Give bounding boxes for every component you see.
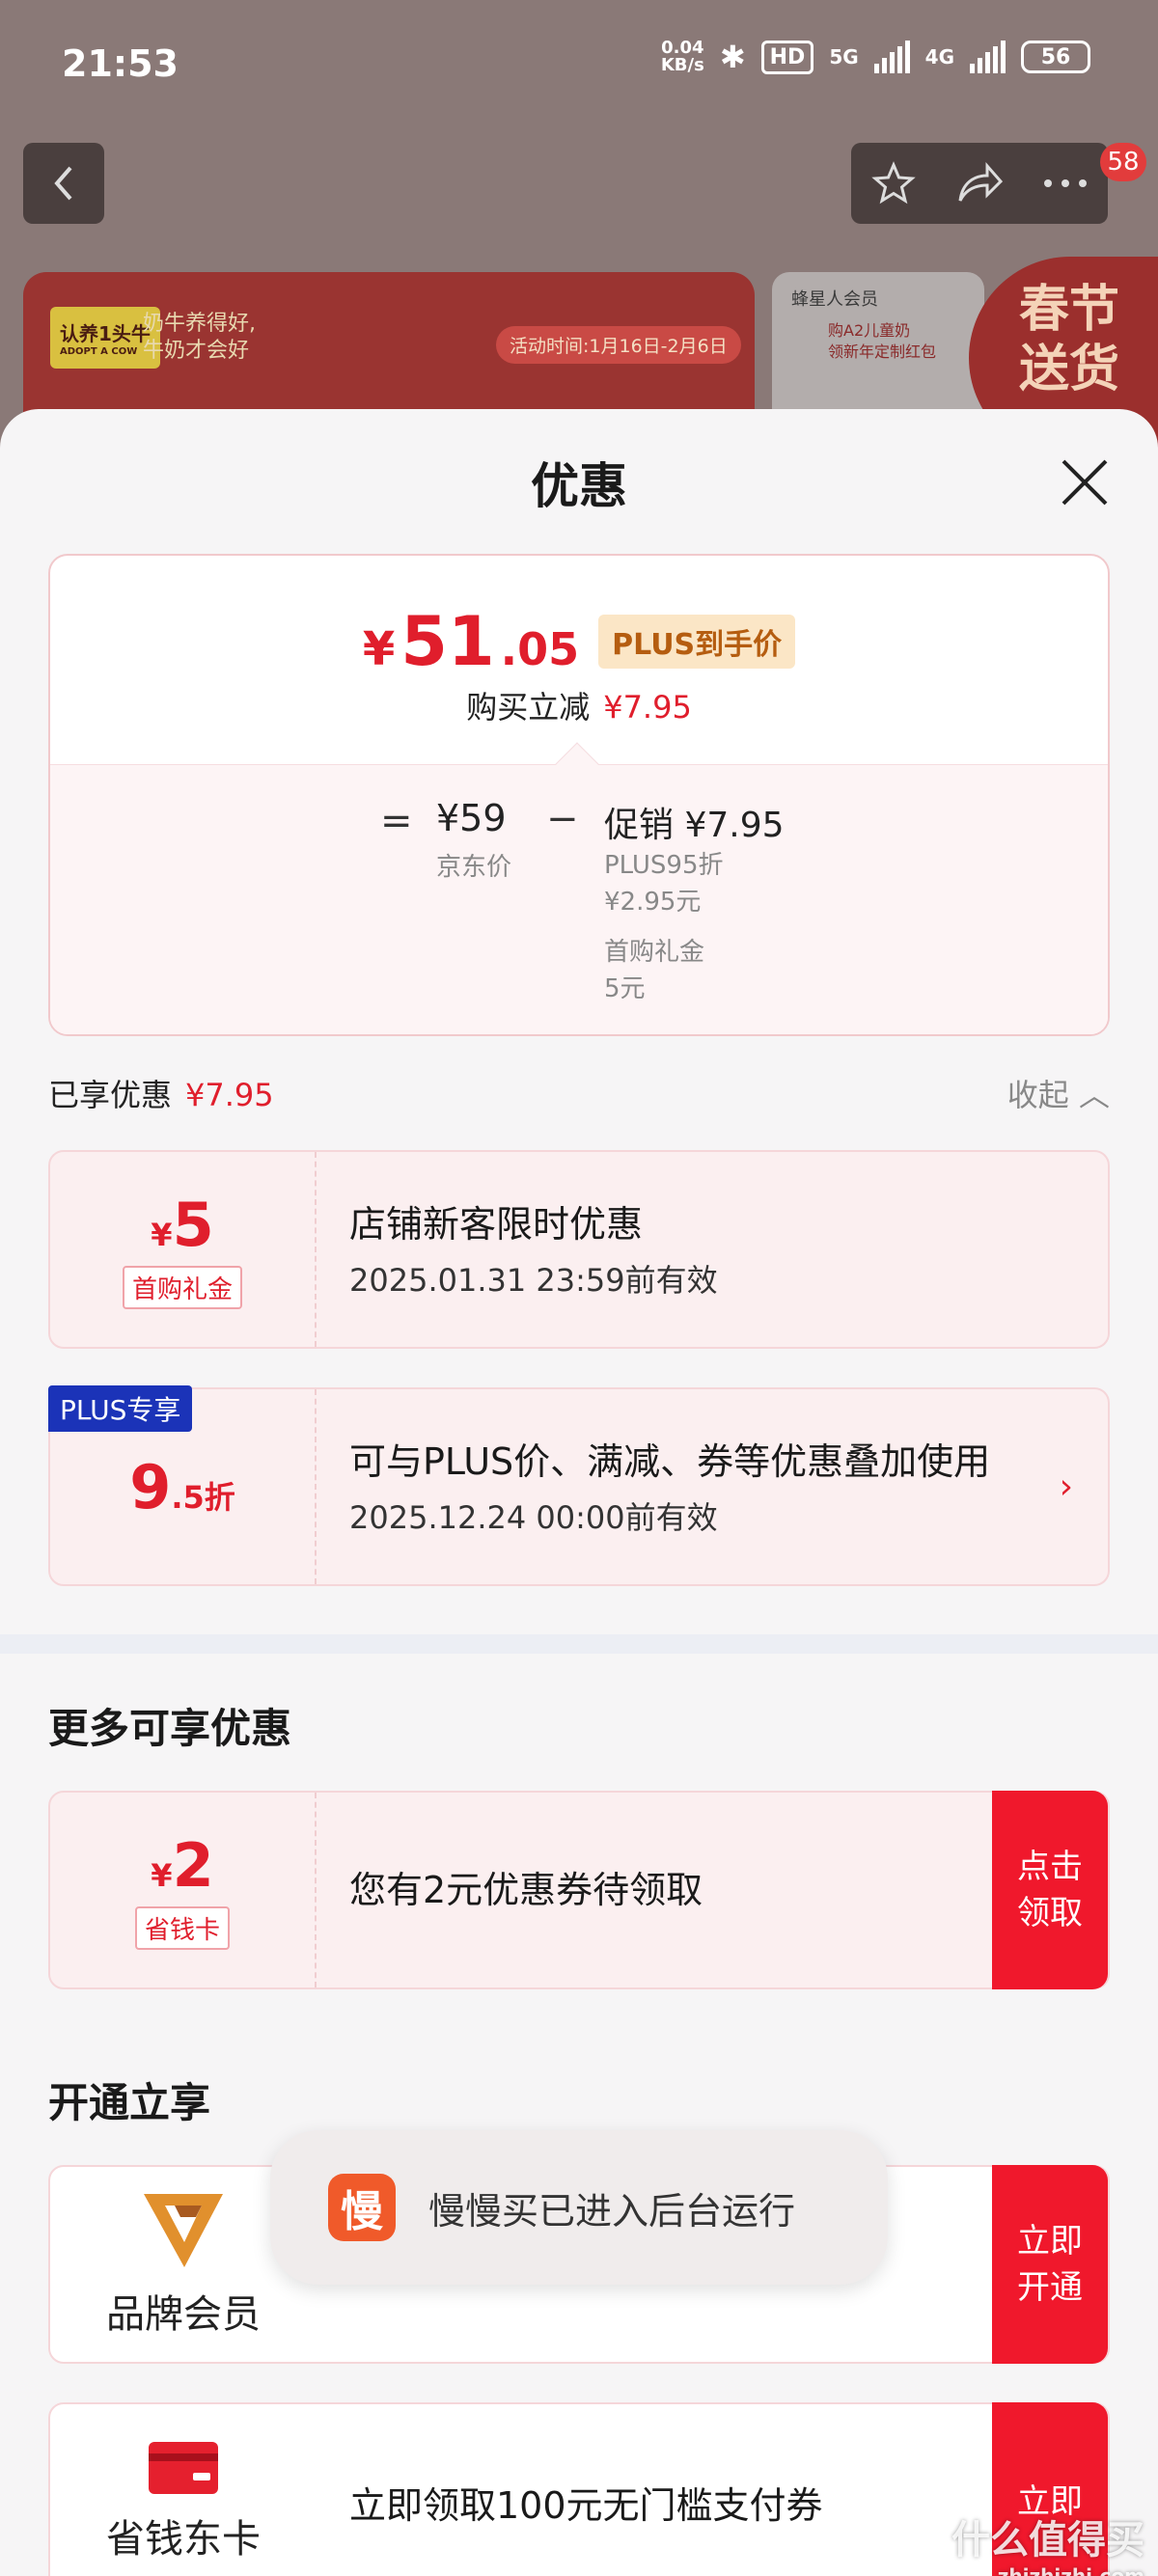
sheet-title: 优惠 bbox=[531, 458, 627, 514]
section-divider bbox=[0, 1634, 1158, 1654]
plus-price-tag: PLUS到手价 bbox=[598, 615, 796, 669]
purchase-reduction: 购买立减 ¥7.95 bbox=[466, 689, 692, 726]
network-speed: 0.04 KB/s bbox=[660, 38, 704, 75]
coupon-info: 店铺新客限时优惠 2025.01.31 23:59前有效 bbox=[349, 1152, 1011, 1347]
background-running-toast: 慢 慢慢买已进入后台运行 bbox=[270, 2130, 888, 2285]
coupon-plus[interactable]: 9.5折 PLUS专享 可与PLUS价、满减、券等优惠叠加使用 2025.12.… bbox=[48, 1385, 1110, 1586]
more-icon[interactable] bbox=[1042, 178, 1089, 189]
coupon-title: 可与PLUS价、满减、券等优惠叠加使用 bbox=[349, 1440, 991, 1483]
plus-exclusive-badge: PLUS专享 bbox=[48, 1385, 193, 1432]
coupon-desc: 您有2元优惠券待领取 bbox=[349, 1869, 703, 1911]
enjoyed-discount: 已享优惠 ¥7.95 bbox=[48, 1077, 274, 1113]
jd-price: ¥59 bbox=[436, 797, 507, 839]
status-time: 21:53 bbox=[62, 42, 179, 85]
coupon-new-customer: ¥5 首购礼金 店铺新客限时优惠 2025.01.31 23:59前有效 bbox=[48, 1150, 1110, 1349]
price-breakdown bbox=[50, 764, 1108, 1034]
close-icon[interactable] bbox=[1056, 453, 1114, 511]
coupon-amount-area: ¥2 省钱卡 bbox=[50, 1793, 317, 1987]
status-bar: 21:53 0.04 KB/s ✱ HD 5G 4G 56 bbox=[0, 0, 1158, 135]
chevron-left-icon bbox=[54, 166, 72, 201]
price-card: ¥51.05 PLUS到手价 购买立减 ¥7.95 = ¥59 京东价 − 促销 … bbox=[48, 554, 1110, 1036]
banner3-text: 春节送货 bbox=[1019, 281, 1120, 398]
coupon-info: 您有2元优惠券待领取 bbox=[349, 1793, 1011, 1987]
minus-sign: − bbox=[546, 797, 579, 841]
banner-slogan: 奶牛养得好, 牛奶才会好 bbox=[143, 312, 256, 363]
signal-icon bbox=[873, 41, 910, 73]
coupon-amount-area: ¥5 首购礼金 bbox=[50, 1152, 317, 1347]
battery-icon: 56 bbox=[1021, 41, 1090, 73]
banner2-title: 蜂星人会员 bbox=[791, 289, 878, 310]
status-icons: 0.04 KB/s ✱ HD 5G 4G 56 bbox=[661, 39, 1090, 75]
savings-card-desc: 立即领取100元无门槛支付券 bbox=[349, 2483, 823, 2527]
banner-date: 活动时间:1月16日-2月6日 bbox=[496, 326, 741, 364]
coupon-title: 店铺新客限时优惠 bbox=[349, 1203, 644, 1246]
coupon-amount: ¥2 bbox=[151, 1830, 214, 1901]
share-icon[interactable] bbox=[954, 162, 1005, 205]
chevron-right-icon[interactable]: › bbox=[1060, 1467, 1073, 1507]
header-actions bbox=[851, 143, 1108, 224]
coupon-savings-card: ¥2 省钱卡 您有2元优惠券待领取 点击领取 bbox=[48, 1791, 1110, 1989]
signal-4g-label: 4G bbox=[924, 45, 954, 69]
banner2-text: 购A2儿童奶 领新年定制红包 bbox=[828, 321, 937, 361]
savings-jd-card: 省钱东卡 立即领取100元无门槛支付券 立即 bbox=[48, 2402, 1110, 2576]
savings-card-label: 省钱东卡 bbox=[106, 2517, 261, 2562]
coupon-info: 可与PLUS价、满减、券等优惠叠加使用 2025.12.24 00:00前有效 bbox=[349, 1389, 1011, 1584]
brand-member-icon bbox=[144, 2194, 223, 2267]
bluetooth-icon: ✱ bbox=[719, 39, 746, 75]
coupon-tag: 首购礼金 bbox=[122, 1266, 242, 1309]
collapse-button[interactable]: 收起 ︿ bbox=[1007, 1071, 1110, 1115]
chevron-up-icon: ︿ bbox=[1078, 1077, 1110, 1113]
brand-member-label: 品牌会员 bbox=[106, 2292, 261, 2337]
toast-message: 慢慢买已进入后台运行 bbox=[428, 2189, 796, 2233]
more-discounts-title: 更多可享优惠 bbox=[48, 1705, 292, 1752]
hd-icon: HD bbox=[760, 40, 814, 74]
coupon-tag: 省钱卡 bbox=[134, 1906, 230, 1950]
coupon-amount: 9.5折 bbox=[129, 1451, 235, 1522]
watermark: 什么值得买 zhizhizhi.com bbox=[951, 2518, 1144, 2576]
credit-card-icon bbox=[149, 2442, 218, 2494]
back-button[interactable] bbox=[23, 143, 104, 224]
promo-details: PLUS95折 ¥2.95元 首购礼金 5元 bbox=[604, 851, 724, 1003]
open-now-button[interactable]: 立即开通 bbox=[992, 2165, 1108, 2364]
final-price: ¥51.05 PLUS到手价 bbox=[50, 602, 1108, 681]
open-enjoy-title: 开通立享 bbox=[48, 2079, 211, 2126]
star-icon[interactable] bbox=[870, 160, 917, 206]
jd-price-label: 京东价 bbox=[436, 853, 512, 882]
message-badge: 58 bbox=[1100, 143, 1146, 181]
signal-icon-2 bbox=[970, 41, 1006, 73]
manmanmai-app-icon: 慢 bbox=[328, 2174, 396, 2241]
coupon-amount: ¥5 bbox=[151, 1190, 214, 1260]
savings-card-area: 省钱东卡 bbox=[50, 2404, 317, 2576]
equals-sign: = bbox=[380, 799, 413, 843]
claim-button[interactable]: 点击领取 bbox=[992, 1791, 1108, 1989]
signal-5g-label: 5G bbox=[829, 45, 859, 69]
coupon-validity: 2025.01.31 23:59前有效 bbox=[349, 1262, 718, 1299]
promo-amount: 促销 ¥7.95 bbox=[604, 806, 785, 845]
coupon-validity: 2025.12.24 00:00前有效 bbox=[349, 1499, 718, 1536]
